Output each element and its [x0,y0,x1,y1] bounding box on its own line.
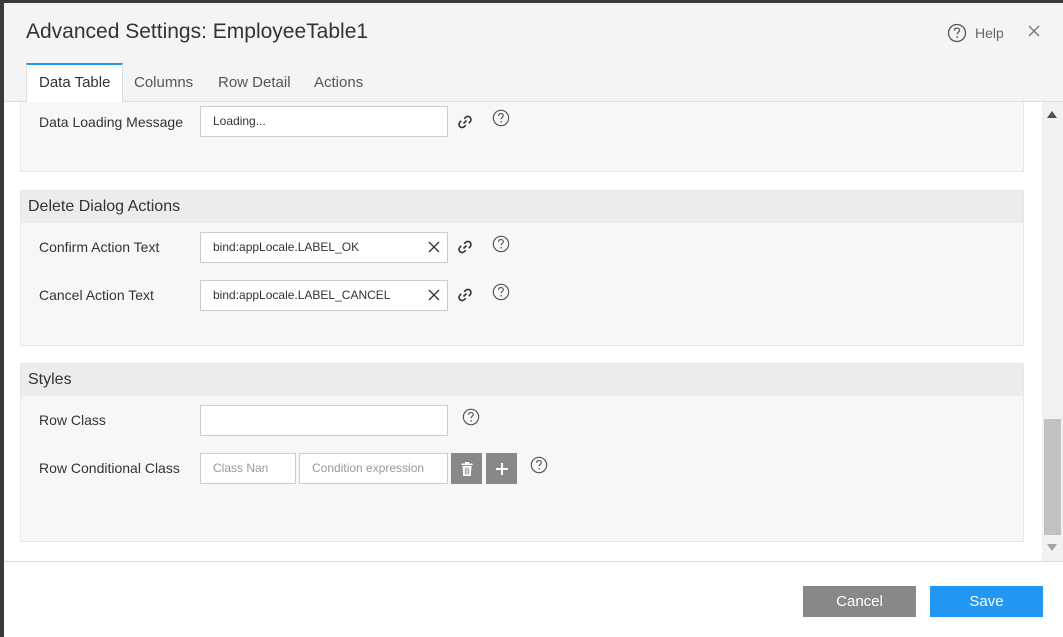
link-icon[interactable] [457,239,473,255]
tab-data-table[interactable]: Data Table [26,63,124,103]
tab-actions[interactable]: Actions [302,63,375,102]
help-circle-icon[interactable] [530,456,548,474]
row-class-input[interactable] [200,405,448,436]
cancel-action-text-input[interactable]: bind:appLocale.LABEL_CANCEL [200,280,448,311]
link-icon[interactable] [457,114,473,130]
save-button[interactable]: Save [930,586,1043,617]
help-circle-icon[interactable] [462,408,480,426]
delete-button[interactable] [451,453,482,484]
trash-icon [461,461,472,476]
scroll-up-arrow[interactable] [1047,111,1057,118]
section-title: Delete Dialog Actions [21,191,1023,223]
dialog-footer: Cancel Save [4,561,1063,637]
plus-icon [495,462,508,475]
add-button[interactable] [486,453,517,484]
dialog-header: Advanced Settings: EmployeeTable1 Help [4,3,1063,63]
help-circle-icon[interactable] [492,109,510,127]
question-circle-icon [947,23,967,43]
confirm-action-text-input[interactable]: bind:appLocale.LABEL_OK [200,232,448,263]
cancel-action-text-value: bind:appLocale.LABEL_CANCEL [213,288,391,302]
data-loading-message-input[interactable]: Loading... [200,106,448,137]
row-class-label: Row Class [39,412,106,428]
section-title: Styles [21,364,1023,396]
link-icon[interactable] [457,287,473,303]
vertical-scrollbar[interactable] [1042,102,1063,561]
help-circle-icon[interactable] [492,283,510,301]
styles-section: Styles Row Class Row Conditional Class C… [20,363,1024,542]
advanced-settings-dialog: Advanced Settings: EmployeeTable1 Help D… [4,3,1063,637]
settings-body: Data Loading Message Loading... Delete D… [4,102,1063,561]
tab-bar: Data Table Columns Row Detail Actions [4,63,1063,103]
scroll-down-arrow[interactable] [1047,544,1057,551]
row-conditional-class-label: Row Conditional Class [39,460,180,476]
confirm-action-text-value: bind:appLocale.LABEL_OK [213,240,360,254]
help-circle-icon[interactable] [492,235,510,253]
delete-dialog-actions-section: Delete Dialog Actions Confirm Action Tex… [20,190,1024,346]
cancel-button[interactable]: Cancel [803,586,916,617]
cancel-action-text-label: Cancel Action Text [39,287,154,303]
clear-icon[interactable] [427,288,441,302]
confirm-action-text-label: Confirm Action Text [39,239,160,255]
dialog-title: Advanced Settings: EmployeeTable1 [26,20,369,43]
tab-row-detail[interactable]: Row Detail [206,63,303,102]
data-loading-message-label: Data Loading Message [39,114,183,130]
class-name-input[interactable]: Class Nan [200,453,296,484]
condition-expression-input[interactable]: Condition expression [299,453,448,484]
tab-columns[interactable]: Columns [122,63,205,102]
clear-icon[interactable] [427,240,441,254]
data-table-section: Data Loading Message Loading... [20,102,1024,172]
help-label: Help [975,25,1004,41]
help-button[interactable]: Help [947,23,1004,43]
close-icon[interactable] [1026,23,1042,39]
scroll-thumb[interactable] [1044,419,1061,535]
